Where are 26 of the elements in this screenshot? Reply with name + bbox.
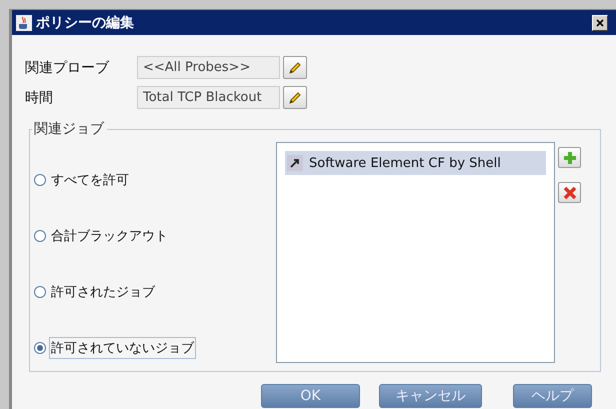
close-icon[interactable] [592,14,608,30]
edit-button[interactable] [283,56,307,79]
plus-icon [564,152,576,164]
list-item[interactable]: Software Element CF by Shell [285,151,546,175]
job-list[interactable]: Software Element CF by Shell [276,142,555,363]
radio-button[interactable] [34,174,46,186]
pencil-icon [287,90,303,106]
pencil-icon [287,60,303,76]
field-label: 関連プローブ [25,58,110,76]
radio-label[interactable]: 合計ブラックアウト [49,225,170,247]
remove-button[interactable] [558,182,581,203]
radio-label[interactable]: すべてを許可 [49,169,131,191]
radio-button[interactable] [34,286,46,298]
radio-label[interactable]: 許可されていないジョブ [49,337,196,359]
text-field[interactable]: <<All Probes>> [137,56,280,79]
cup-icon [16,14,32,30]
radio-button[interactable] [34,342,46,354]
edit-button[interactable] [283,86,307,109]
field-label: 時間 [25,88,54,106]
radio-button[interactable] [34,230,46,242]
text-field[interactable]: Total TCP Blackout [137,86,280,109]
radio-label[interactable]: 許可されたジョブ [49,281,157,303]
close-icon [562,186,576,200]
add-button[interactable] [558,147,581,168]
group-legend: 関連ジョブ [32,120,107,138]
window-title: ポリシーの編集 [36,14,135,32]
